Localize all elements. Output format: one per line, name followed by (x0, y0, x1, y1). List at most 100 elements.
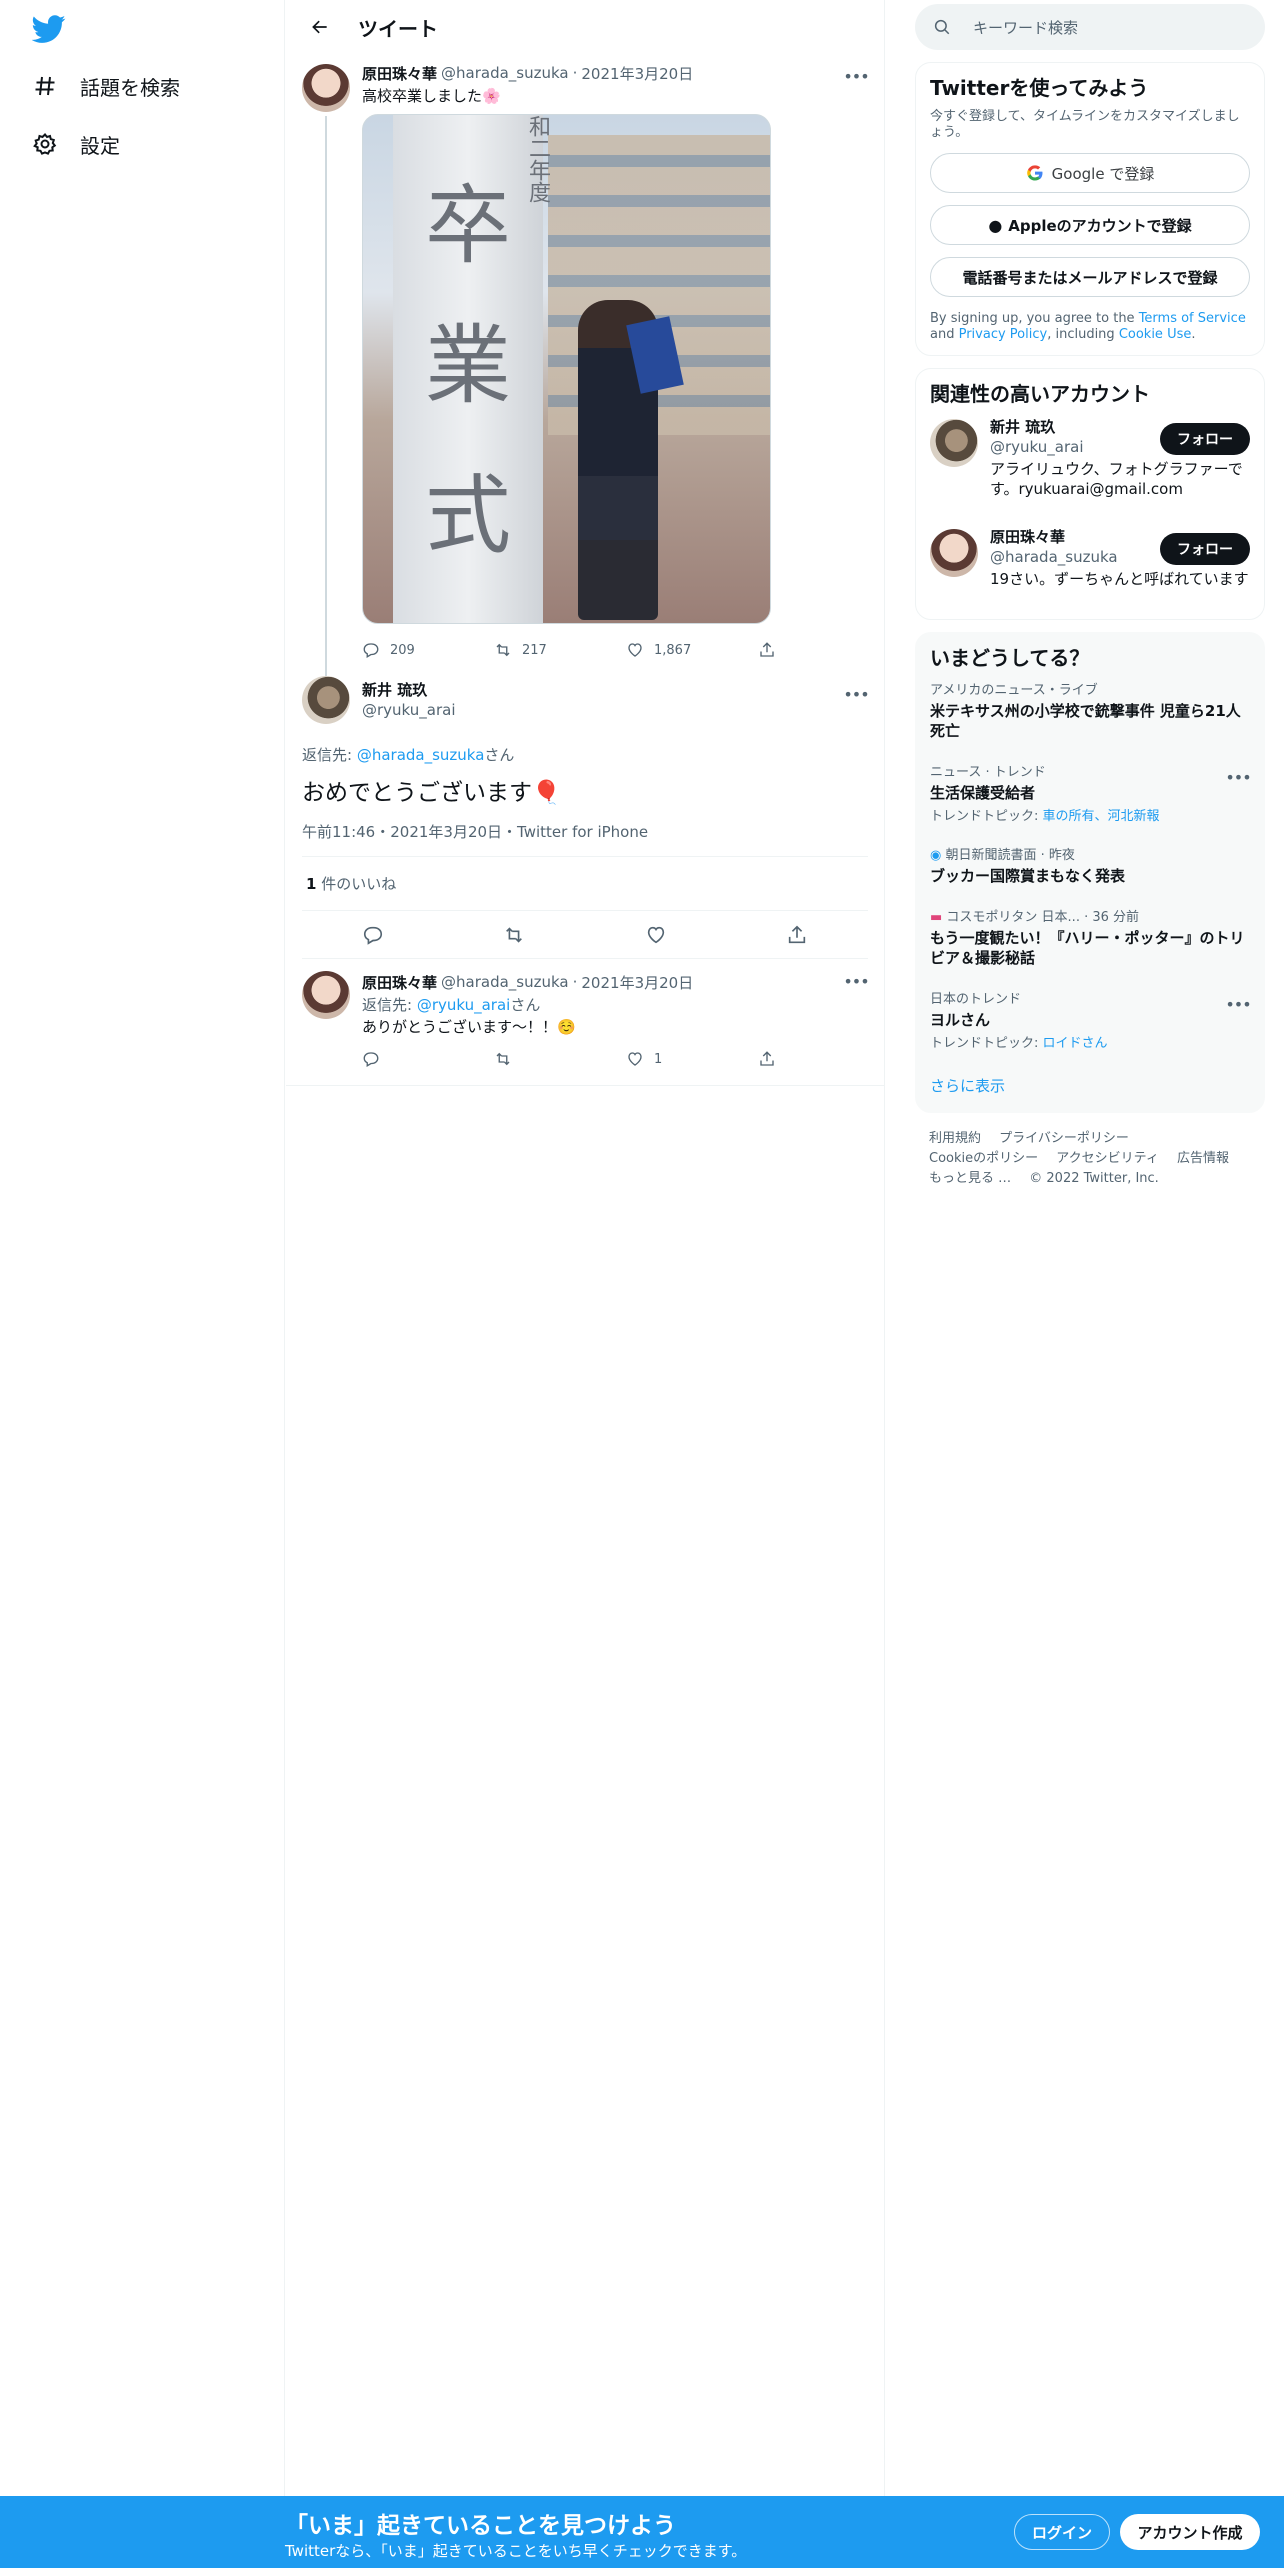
terms-link[interactable]: Terms of Service (1139, 311, 1246, 326)
signup-button[interactable]: アカウント作成 (1120, 2514, 1260, 2550)
author-handle[interactable]: @harada_suzuka (441, 64, 569, 82)
tweet-date[interactable]: 2021年3月20日 (581, 972, 693, 993)
trend-item[interactable]: ••• 日本のトレンド ヨルさん トレンドトピック: ロイドさん (930, 980, 1252, 1063)
phone-email-signup-button[interactable]: 電話番号またはメールアドレスで登録 (930, 257, 1250, 297)
tweet-meta[interactable]: 午前11:46・2021年3月20日・Twitter for iPhone (302, 821, 868, 857)
reply-tweet[interactable]: ••• 原田珠々華 @harada_suzuka · 2021年3月20日 返信… (286, 959, 884, 1086)
search-input[interactable]: キーワード検索 (973, 17, 1078, 38)
publisher-logo-icon: ▬ (930, 910, 947, 925)
nav-settings[interactable]: 設定 (32, 124, 120, 164)
legal-text: . (1191, 327, 1196, 342)
back-arrow-icon[interactable] (302, 9, 338, 45)
account-row[interactable]: 原田珠々華 @harada_suzuka フォロー 19さい。ずーちゃんと呼ばれ… (930, 517, 1250, 607)
trend-title: ブッカー国際賞まもなく発表 (930, 867, 1126, 885)
likes-summary[interactable]: 1 件のいいね (302, 857, 868, 911)
author-handle[interactable]: @harada_suzuka (441, 973, 569, 991)
follow-button[interactable]: フォロー (1160, 533, 1250, 565)
footer-link[interactable]: プライバシーポリシー (999, 1131, 1129, 1146)
signup-subtitle: 今すぐ登録して、タイムラインをカスタマイズしましょう。 (930, 109, 1240, 140)
account-name[interactable]: 原田珠々華 (990, 528, 1065, 546)
search-box[interactable]: キーワード検索 (915, 4, 1265, 50)
account-row[interactable]: 新井 琉玖 @ryuku_arai フォロー アライリュウク、フォトグラファーで… (930, 407, 1250, 517)
like-button[interactable]: 1,867 (626, 641, 758, 659)
trend-title: もう一度観たい！『ハリー・ポッター』のトリビア＆撮影秘話 (930, 929, 1245, 967)
avatar[interactable] (302, 971, 350, 1019)
trend-topic-link[interactable]: 車の所有、河北新報 (1043, 809, 1160, 824)
photo-banner-caption: 和二年度 (525, 115, 550, 203)
trend-item[interactable]: ••• ニュース · トレンド 生活保護受給者 トレンドトピック: 車の所有、河… (930, 753, 1252, 836)
related-accounts-card: 関連性の高いアカウント 新井 琉玖 @ryuku_arai フォロー アライリュ… (915, 368, 1265, 620)
share-button[interactable] (758, 641, 776, 659)
google-signup-label: Google で登録 (1051, 164, 1155, 183)
follow-button[interactable]: フォロー (1160, 423, 1250, 455)
author-handle[interactable]: @ryuku_arai (362, 700, 456, 720)
avatar[interactable] (302, 676, 350, 724)
copyright: © 2022 Twitter, Inc. (1029, 1171, 1159, 1186)
twitter-logo-icon[interactable] (31, 12, 66, 46)
show-more-link[interactable]: さらに表示 (930, 1063, 1250, 1100)
nav-explore[interactable]: 話題を検索 (32, 66, 180, 106)
trend-item[interactable]: ◉ 朝日新聞読書面 · 昨夜 ブッカー国際賞まもなく発表 (930, 836, 1250, 898)
main-header: ツイート (286, 0, 884, 54)
reply-icon (363, 1052, 379, 1067)
like-button[interactable]: 1 (626, 1050, 758, 1068)
more-options-icon[interactable]: ••• (843, 971, 869, 991)
share-button[interactable] (786, 924, 808, 946)
trends-card: いまどうしてる？ アメリカのニュース・ライブ 米テキサス州の小学校で銃撃事件 児… (915, 632, 1265, 1113)
nav-settings-label: 設定 (80, 133, 120, 158)
avatar[interactable] (302, 64, 350, 112)
prompt-subtitle: Twitterなら、「いま」起きていることをいち早くチェックできます。 (285, 2542, 747, 2560)
privacy-link[interactable]: Privacy Policy (959, 327, 1048, 342)
trend-context: アメリカのニュース・ライブ (930, 683, 1098, 698)
account-name[interactable]: 新井 琉玖 (990, 418, 1055, 436)
apple-signup-button[interactable]: ● Appleのアカウントで登録 (930, 205, 1250, 245)
like-count: 1,867 (654, 642, 692, 658)
retweet-button[interactable]: 217 (494, 641, 626, 659)
reply-to-link[interactable]: @harada_suzuka (357, 746, 485, 764)
retweet-button[interactable] (494, 1050, 626, 1068)
like-button[interactable] (645, 924, 667, 946)
share-button[interactable] (758, 1050, 776, 1068)
tweet-date[interactable]: 2021年3月20日 (581, 63, 693, 84)
reply-to-link[interactable]: @ryuku_arai (417, 996, 511, 1014)
author-name[interactable]: 原田珠々華 (362, 63, 437, 84)
more-options-icon[interactable]: ••• (843, 684, 869, 704)
account-handle[interactable]: @harada_suzuka (990, 547, 1118, 567)
author-name[interactable]: 新井 琉玖 (362, 681, 427, 699)
footer-link[interactable]: アクセシビリティ (1056, 1151, 1159, 1166)
reply-button[interactable] (362, 924, 384, 946)
trend-context: ニュース · トレンド (930, 765, 1046, 780)
footer-link[interactable]: 利用規約 (929, 1131, 981, 1146)
search-icon (934, 19, 950, 35)
trend-item[interactable]: アメリカのニュース・ライブ 米テキサス州の小学校で銃撃事件 児童ら21人死亡 (930, 671, 1250, 753)
retweet-icon (496, 1052, 510, 1066)
tweet-photo[interactable]: 和二年度 卒 業 式 (362, 114, 771, 624)
footer-link[interactable]: Cookieのポリシー (929, 1151, 1038, 1166)
more-options-icon[interactable]: ••• (1225, 767, 1251, 787)
news-logo-icon: ◉ (930, 848, 946, 863)
tweet-actions: 209 217 1,867 (362, 628, 868, 672)
footer-link[interactable]: 広告情報 (1177, 1151, 1229, 1166)
retweet-button[interactable] (503, 924, 525, 946)
author-name[interactable]: 原田珠々華 (362, 972, 437, 993)
login-button[interactable]: ログイン (1014, 2514, 1110, 2550)
trend-item[interactable]: ▬ コスモポリタン 日本... · 36 分前 もう一度観たい！『ハリー・ポッタ… (930, 898, 1250, 980)
trend-title: 米テキサス州の小学校で銃撃事件 児童ら21人死亡 (930, 702, 1241, 740)
footer-more-link[interactable]: もっと見る … (929, 1171, 1011, 1186)
account-handle[interactable]: @ryuku_arai (990, 437, 1084, 457)
reply-button[interactable] (362, 1050, 494, 1068)
hashtag-icon (32, 73, 58, 99)
reply-button[interactable]: 209 (362, 641, 494, 659)
thread-tweet[interactable]: ••• 原田珠々華 @harada_suzuka · 2021年3月20日 高校… (286, 54, 884, 716)
account-bio: アライリュウク、フォトグラファーです。ryukuarai@gmail.com (990, 460, 1243, 498)
trend-topic-link[interactable]: ロイドさん (1043, 1036, 1108, 1051)
more-options-icon[interactable]: ••• (843, 66, 869, 86)
more-options-icon[interactable]: ••• (1225, 994, 1251, 1014)
avatar[interactable] (930, 419, 978, 467)
login-prompt-bar: 「いま」起きていることを見つけよう Twitterなら、「いま」起きていることを… (0, 2496, 1284, 2568)
trends-title: いまどうしてる？ (930, 646, 1090, 670)
avatar[interactable] (930, 529, 978, 577)
reply-icon (363, 643, 379, 658)
google-signup-button[interactable]: Google で登録 (930, 153, 1250, 193)
cookie-link[interactable]: Cookie Use (1119, 327, 1192, 342)
